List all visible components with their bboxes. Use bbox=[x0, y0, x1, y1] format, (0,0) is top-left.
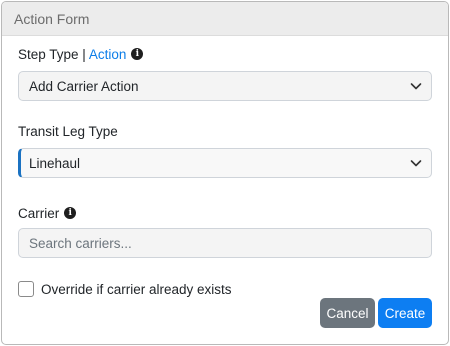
step-type-label-row: Step Type | Action i bbox=[18, 45, 432, 63]
info-icon[interactable]: i bbox=[131, 48, 144, 60]
transit-leg-label-row: Transit Leg Type bbox=[18, 122, 432, 140]
override-checkbox[interactable] bbox=[18, 281, 34, 297]
form-footer: Cancel Create bbox=[320, 298, 432, 328]
carrier-search-placeholder: Search carriers... bbox=[29, 235, 132, 251]
transit-leg-value: Linehaul bbox=[29, 155, 81, 171]
create-button[interactable]: Create bbox=[378, 298, 432, 328]
step-type-select[interactable]: Add Carrier Action bbox=[18, 71, 432, 101]
carrier-label: Carrier bbox=[18, 205, 60, 221]
cancel-button[interactable]: Cancel bbox=[320, 298, 375, 328]
form-header: Action Form bbox=[2, 2, 448, 36]
override-label[interactable]: Override if carrier already exists bbox=[41, 282, 232, 297]
info-icon[interactable]: i bbox=[64, 207, 77, 219]
form-title: Action Form bbox=[14, 10, 90, 27]
override-row: Override if carrier already exists bbox=[18, 280, 432, 298]
transit-leg-label: Transit Leg Type bbox=[18, 123, 118, 139]
carrier-search-input[interactable]: Search carriers... bbox=[18, 228, 432, 258]
chevron-down-icon bbox=[410, 83, 422, 90]
step-type-label: Step Type | bbox=[18, 46, 86, 62]
transit-leg-select[interactable]: Linehaul bbox=[18, 148, 432, 178]
carrier-label-row: Carrier i bbox=[18, 204, 432, 222]
action-form-panel: Action Form Step Type | Action i Add Car… bbox=[1, 1, 449, 345]
form-body: Step Type | Action i Add Carrier Action … bbox=[2, 45, 448, 298]
action-link[interactable]: Action bbox=[89, 47, 127, 62]
chevron-down-icon bbox=[410, 160, 422, 167]
step-type-value: Add Carrier Action bbox=[29, 78, 139, 94]
